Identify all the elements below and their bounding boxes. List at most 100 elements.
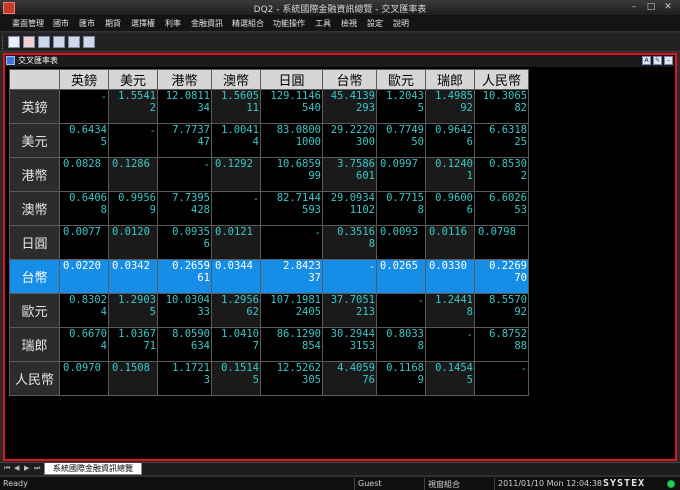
rate-cell[interactable]: 8.0590 634 bbox=[157, 327, 212, 362]
rate-cell[interactable]: 8.5570 92 bbox=[474, 293, 529, 328]
rate-cell[interactable]: 30.2944 3153 bbox=[322, 327, 377, 362]
rate-cell[interactable]: 0.0265 bbox=[376, 259, 426, 294]
rate-cell[interactable]: 0.8302 4 bbox=[59, 293, 109, 328]
rate-cell[interactable]: 7.7395 428 bbox=[157, 191, 212, 226]
rate-cell[interactable]: 0.0116 bbox=[425, 225, 475, 260]
row-header[interactable]: 澳幣 bbox=[9, 191, 60, 226]
rate-cell[interactable]: 83.0800 1000 bbox=[260, 123, 323, 158]
menu-item-fx[interactable]: 匯市 bbox=[79, 18, 95, 29]
rate-cell[interactable]: 4.4059 76 bbox=[322, 361, 377, 396]
table-row[interactable]: 台幣 0.0220 0.0342 0.2659 61 0.0344 2.8423 37-0.0… bbox=[9, 259, 529, 294]
rate-cell[interactable]: 82.7144 593 bbox=[260, 191, 323, 226]
rate-cell[interactable]: - bbox=[376, 293, 426, 328]
menu-item-view[interactable]: 檢視 bbox=[341, 18, 357, 29]
rate-cell[interactable]: 0.1508 bbox=[108, 361, 158, 396]
table-row[interactable]: 歐元 0.8302 4 1.2903 5 10.0304 33 1.2956 62 107.198… bbox=[9, 293, 529, 328]
rate-cell[interactable]: 29.0934 1102 bbox=[322, 191, 377, 226]
row-header[interactable]: 英鎊 bbox=[9, 89, 60, 124]
rate-cell[interactable]: 0.0798 bbox=[474, 225, 529, 260]
rate-cell[interactable]: 7.7737 47 bbox=[157, 123, 212, 158]
rate-cell[interactable]: 0.0077 bbox=[59, 225, 109, 260]
column-header[interactable]: 歐元 bbox=[376, 69, 426, 90]
rate-cell[interactable]: 1.2903 5 bbox=[108, 293, 158, 328]
column-header[interactable]: 美元 bbox=[108, 69, 158, 90]
menu-item-stock[interactable]: 國市 bbox=[53, 18, 69, 29]
menu-item-finance-info[interactable]: 金融資訊 bbox=[191, 18, 223, 29]
rate-cell[interactable]: 1.2956 62 bbox=[211, 293, 261, 328]
menu-item-screen[interactable]: 畫面管理 bbox=[12, 18, 44, 29]
menu-item-options[interactable]: 選擇權 bbox=[131, 18, 155, 29]
table-row[interactable]: 澳幣 0.6406 8 0.9956 9 7.7395 428 - 82.7144 593 29.0… bbox=[9, 191, 529, 226]
toolbar-grip[interactable] bbox=[2, 36, 5, 49]
window-icon[interactable] bbox=[38, 36, 50, 48]
rate-cell[interactable]: 0.0935 6 bbox=[157, 225, 212, 260]
rate-cell[interactable]: 0.3516 8 bbox=[322, 225, 377, 260]
rate-cell[interactable]: 0.0997 bbox=[376, 157, 426, 192]
prev-tab-icon[interactable]: ◀ bbox=[14, 464, 19, 472]
column-header[interactable]: 澳幣 bbox=[211, 69, 261, 90]
tile-icon[interactable] bbox=[68, 36, 80, 48]
rate-cell[interactable]: 37.7051 213 bbox=[322, 293, 377, 328]
rate-cell[interactable]: 0.1514 5 bbox=[211, 361, 261, 396]
rate-cell[interactable]: 0.6670 4 bbox=[59, 327, 109, 362]
table-row[interactable]: 日圓 0.0077 0.0120 0.0935 6 0.0121 - 0.3516 8 0.009… bbox=[9, 225, 529, 260]
rate-cell[interactable]: 0.9642 6 bbox=[425, 123, 475, 158]
rate-cell[interactable]: 12.0811 34 bbox=[157, 89, 212, 124]
row-header[interactable]: 美元 bbox=[9, 123, 60, 158]
rate-cell[interactable]: - bbox=[322, 259, 377, 294]
rate-cell[interactable]: 0.0828 bbox=[59, 157, 109, 192]
row-header[interactable]: 人民幣 bbox=[9, 361, 60, 396]
rate-cell[interactable]: 0.9956 9 bbox=[108, 191, 158, 226]
rate-cell[interactable]: 6.8752 88 bbox=[474, 327, 529, 362]
column-header[interactable]: 人民幣 bbox=[474, 69, 529, 90]
rate-cell[interactable]: 6.6026 53 bbox=[474, 191, 529, 226]
rate-cell[interactable]: 0.7715 8 bbox=[376, 191, 426, 226]
rate-cell[interactable]: 0.0121 bbox=[211, 225, 261, 260]
edit-icon[interactable]: ✎ bbox=[653, 56, 662, 65]
rate-cell[interactable]: 1.5605 11 bbox=[211, 89, 261, 124]
split-icon[interactable] bbox=[83, 36, 95, 48]
row-header[interactable]: 歐元 bbox=[9, 293, 60, 328]
menu-item-functions[interactable]: 功能操作 bbox=[273, 18, 305, 29]
rate-cell[interactable]: 1.4985 92 bbox=[425, 89, 475, 124]
layout-icon[interactable] bbox=[53, 36, 65, 48]
menu-item-rates[interactable]: 利率 bbox=[165, 18, 181, 29]
font-icon[interactable]: A bbox=[642, 56, 651, 65]
rate-cell[interactable]: 1.1721 3 bbox=[157, 361, 212, 396]
rate-cell[interactable]: 1.0410 7 bbox=[211, 327, 261, 362]
rate-cell[interactable]: 1.2043 5 bbox=[376, 89, 426, 124]
minimize-icon[interactable]: – bbox=[628, 1, 640, 13]
tab-overview[interactable]: 系統國際金融資訊總覽 bbox=[44, 463, 142, 475]
maximize-icon[interactable]: □ bbox=[645, 1, 657, 13]
table-row[interactable]: 瑞郎 0.6670 4 1.0367 71 8.0590 634 1.0410 7 86.1290… bbox=[9, 327, 529, 362]
table-row[interactable]: 港幣 0.0828 0.1286 -0.1292 10.6859 99 3.7586 601 0… bbox=[9, 157, 529, 192]
row-header[interactable]: 台幣 bbox=[9, 259, 60, 294]
rate-cell[interactable]: 0.2269 70 bbox=[474, 259, 529, 294]
menu-item-settings[interactable]: 設定 bbox=[367, 18, 383, 29]
menu-item-help[interactable]: 說明 bbox=[393, 18, 409, 29]
column-header[interactable]: 瑞郎 bbox=[425, 69, 475, 90]
rate-cell[interactable]: 1.0367 71 bbox=[108, 327, 158, 362]
rate-cell[interactable]: 107.1981 2405 bbox=[260, 293, 323, 328]
row-header[interactable]: 瑞郎 bbox=[9, 327, 60, 362]
rate-cell[interactable]: 2.8423 37 bbox=[260, 259, 323, 294]
rate-cell[interactable]: 29.2220 300 bbox=[322, 123, 377, 158]
first-tab-icon[interactable]: ⏮ bbox=[4, 464, 10, 473]
collapse-icon[interactable]: – bbox=[664, 56, 673, 65]
rate-cell[interactable]: 10.6859 99 bbox=[260, 157, 323, 192]
rate-cell[interactable]: 45.4139 293 bbox=[322, 89, 377, 124]
rate-cell[interactable]: 1.2441 8 bbox=[425, 293, 475, 328]
rate-cell[interactable]: 0.0330 bbox=[425, 259, 475, 294]
table-row[interactable]: 美元 0.6434 5 - 7.7737 47 1.0041 4 83.0800 1000 29.2… bbox=[9, 123, 529, 158]
rate-cell[interactable]: 1.0041 4 bbox=[211, 123, 261, 158]
rate-cell[interactable]: 3.7586 601 bbox=[322, 157, 377, 192]
rate-cell[interactable]: 86.1290 854 bbox=[260, 327, 323, 362]
delete-icon[interactable] bbox=[23, 36, 35, 48]
rate-cell[interactable]: 0.0970 bbox=[59, 361, 109, 396]
rate-cell[interactable]: 12.5262 305 bbox=[260, 361, 323, 396]
last-tab-icon[interactable]: ⏭ bbox=[34, 464, 40, 473]
rate-cell[interactable]: - bbox=[211, 191, 261, 226]
row-header[interactable]: 港幣 bbox=[9, 157, 60, 192]
rate-cell[interactable]: 1.5541 2 bbox=[108, 89, 158, 124]
menu-item-futures[interactable]: 期貨 bbox=[105, 18, 121, 29]
